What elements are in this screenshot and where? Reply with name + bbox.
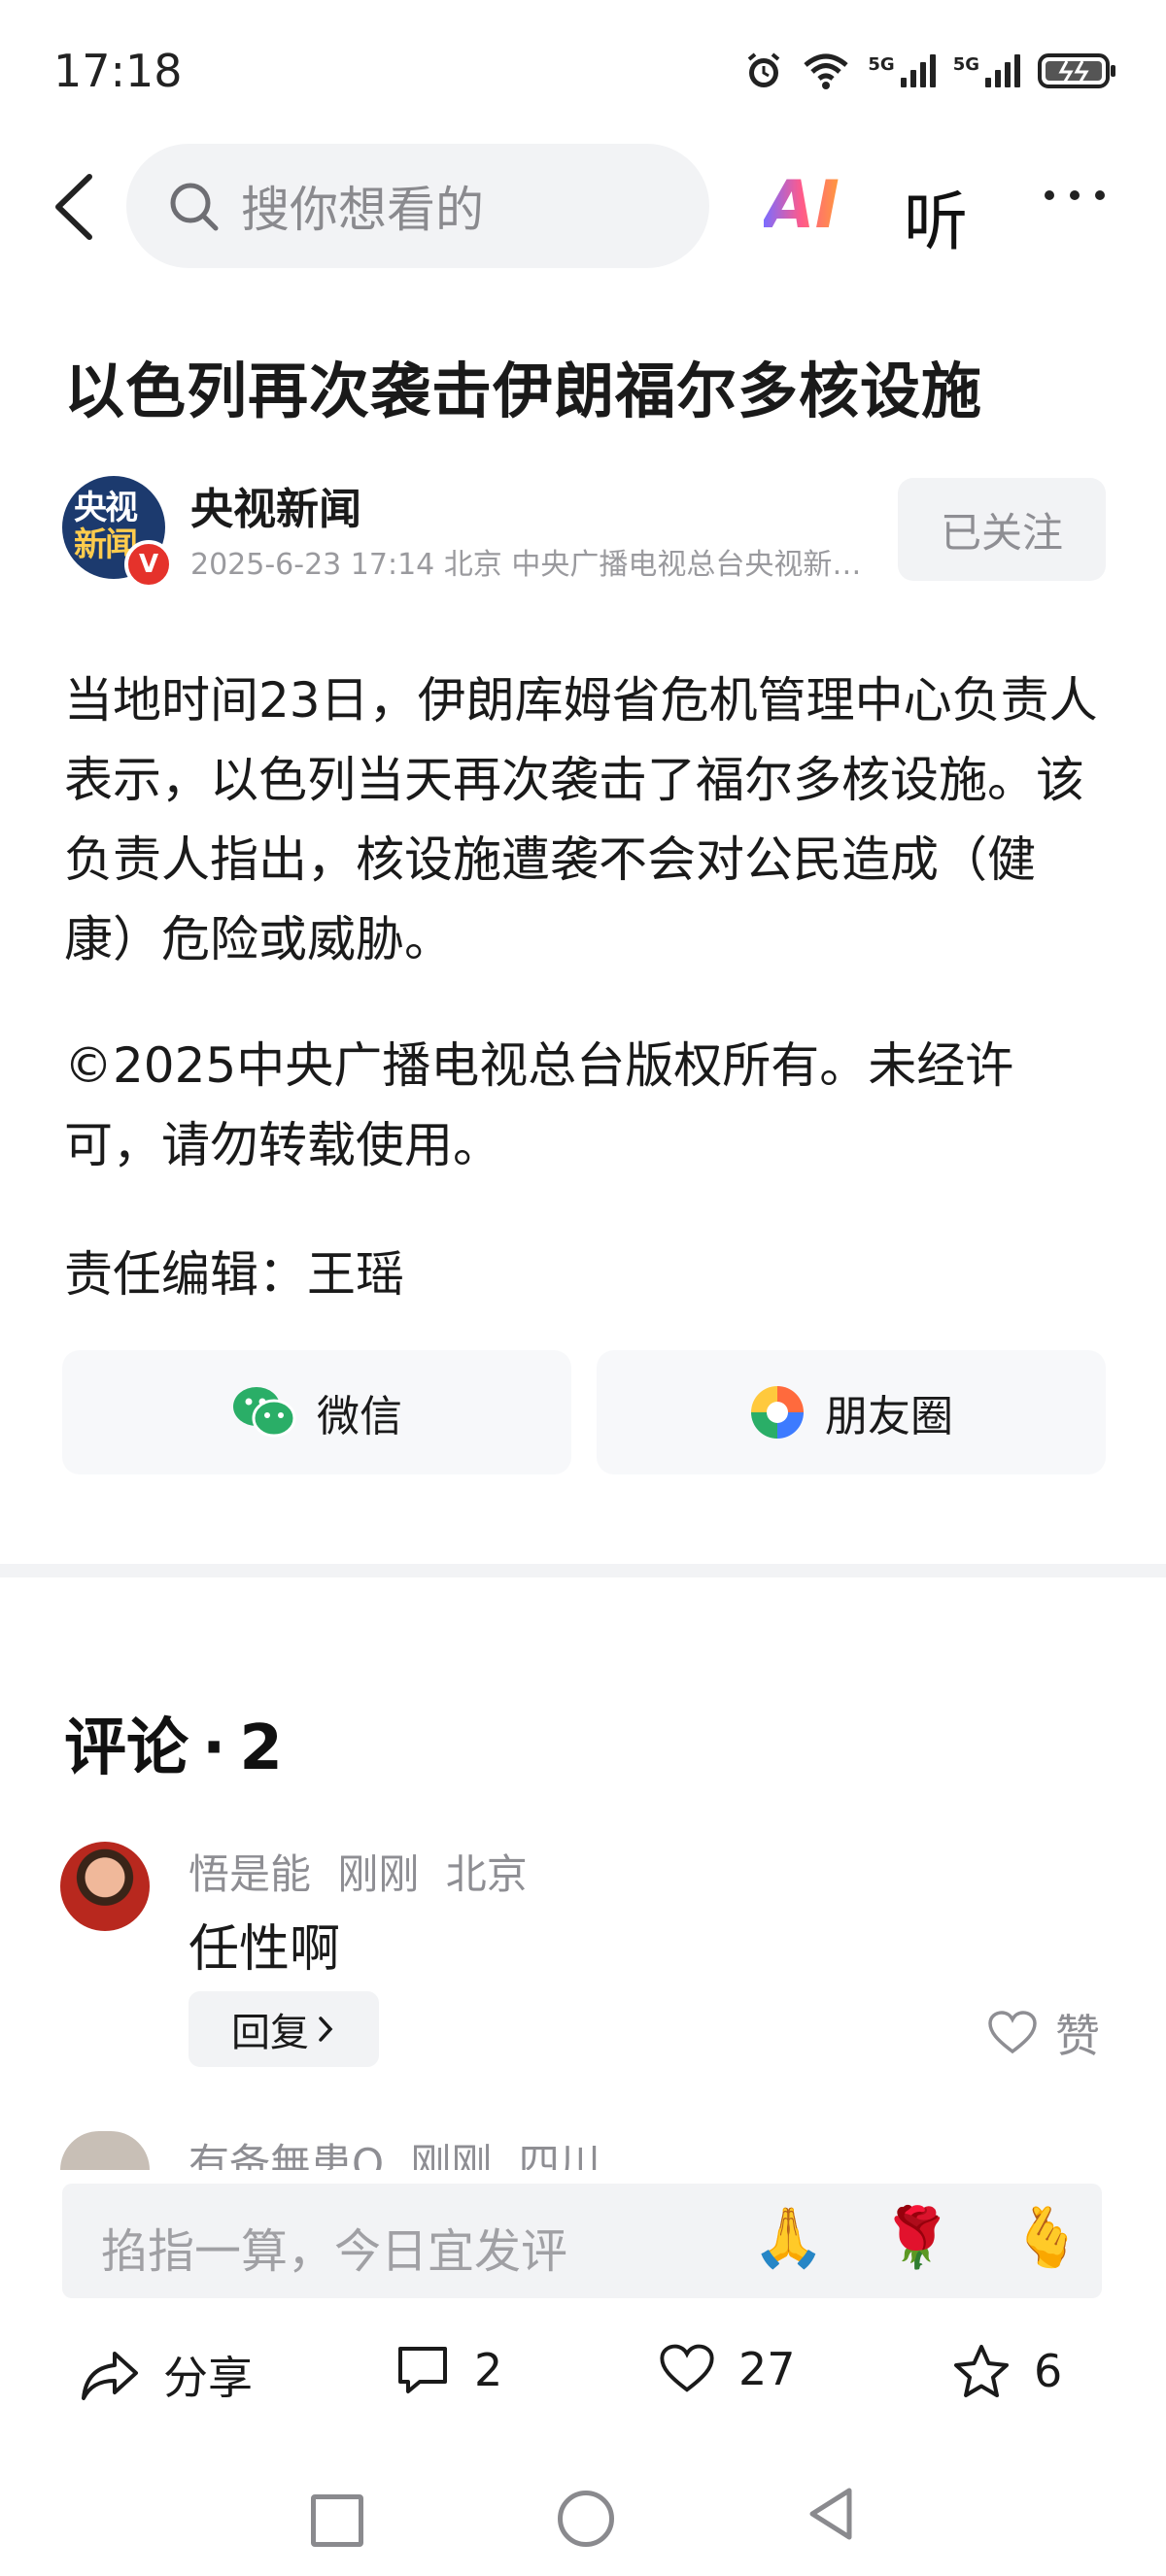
verified-badge: V (124, 540, 173, 589)
comment-meta: 悟是能 刚刚 北京 (189, 1850, 528, 1898)
reply-button[interactable]: 回复 (189, 1991, 379, 2067)
system-back-button[interactable] (806, 2487, 855, 2545)
wifi-icon (804, 53, 849, 89)
share-moments-label: 朋友圈 (825, 1392, 953, 1441)
favorite-button[interactable]: 6 (952, 2343, 1062, 2399)
comment-meta: 有备無患Q 刚刚 四川 (189, 2140, 600, 2170)
comment-like-button[interactable]: 赞 (987, 2001, 1100, 2065)
star-icon (954, 2345, 1009, 2397)
battery-charging-icon (1038, 53, 1115, 88)
network-type-label: 5G (868, 54, 895, 75)
listen-button[interactable]: 听 (904, 170, 968, 263)
article-body: 当地时间23日，伊朗库姆省危机管理中心负责人表示，以色列当天再次袭击了福尔多核设… (64, 661, 1104, 1232)
favorite-count: 6 (1034, 2345, 1063, 2397)
emoji-pray-button[interactable]: 🙏 (752, 2203, 825, 2272)
more-options-button[interactable] (1045, 190, 1105, 200)
back-button[interactable] (51, 173, 99, 241)
heart-icon (988, 2011, 1037, 2054)
chevron-left-icon (55, 174, 92, 240)
status-icons: 5G 5G (743, 51, 1117, 91)
signal-icon: 5G (953, 54, 1020, 87)
comment-text: 任性啊 (189, 1920, 341, 1979)
search-input[interactable]: 搜你想看的 (126, 144, 709, 268)
chevron-right-icon (319, 2017, 333, 2042)
heart-icon (660, 2344, 714, 2392)
like-button[interactable]: 27 (659, 2343, 796, 2395)
copyright-notice: ©2025中央广播电视总台版权所有。未经许可，请勿转载使用。 (64, 1037, 1014, 1173)
share-moments-button[interactable]: 朋友圈 (597, 1350, 1106, 1474)
network-type-label: 5G (952, 54, 979, 75)
triangle-back-icon (809, 2488, 852, 2540)
comment-icon (398, 2347, 447, 2393)
reply-label: 回复 (231, 2011, 309, 2055)
comment-count: 2 (474, 2344, 503, 2396)
share-wechat-label: 微信 (317, 1392, 402, 1441)
share-wechat-button[interactable]: 微信 (62, 1350, 571, 1474)
avatar-text: 央视 (74, 489, 138, 527)
comments-count: 2 (239, 1712, 283, 1784)
comments-heading: 评论 · 2 (64, 1698, 283, 1787)
share-button[interactable]: 分享 (80, 2343, 253, 2407)
article-meta: 2025-6-23 17:14 北京 中央广播电视总台央视新闻官方账号 (190, 548, 871, 582)
share-label: 分享 (163, 2352, 253, 2404)
search-icon (170, 183, 219, 231)
article-title: 以色列再次袭击伊朗福尔多核设施 (64, 356, 983, 426)
search-placeholder: 搜你想看的 (241, 182, 484, 238)
emoji-finger-heart-button[interactable]: 🫰 (1011, 2203, 1083, 2272)
like-label: 赞 (1055, 2010, 1100, 2062)
comments-heading-dot: · (202, 1712, 226, 1784)
wechat-icon (233, 1387, 296, 1438)
status-time: 17:18 (53, 45, 183, 97)
comment-input-placeholder: 掐指一算，今日宜发评 (101, 2224, 568, 2279)
like-count: 27 (738, 2343, 796, 2395)
comment-avatar[interactable] (60, 1842, 150, 1931)
moments-icon (751, 1386, 804, 1439)
share-icon (82, 2352, 138, 2400)
article-paragraph: 当地时间23日，伊朗库姆省危机管理中心负责人表示，以色列当天再次袭击了福尔多核设… (64, 672, 1098, 967)
editor-credit: 责任编辑：王瑶 (64, 1246, 404, 1303)
author-name[interactable]: 央视新闻 (190, 474, 361, 536)
signal-icon: 5G (868, 54, 936, 87)
more-icon (1045, 190, 1054, 200)
comments-button[interactable]: 2 (394, 2343, 502, 2397)
recent-apps-button[interactable] (311, 2494, 363, 2547)
alarm-icon (748, 52, 780, 87)
follow-button[interactable]: 已关注 (898, 478, 1106, 581)
ai-button[interactable]: AI (764, 167, 840, 244)
comment-avatar[interactable] (60, 2131, 150, 2170)
section-divider (0, 1564, 1166, 1577)
comments-heading-label: 评论 (64, 1712, 189, 1784)
home-button[interactable] (558, 2491, 614, 2547)
emoji-rose-button[interactable]: 🌹 (880, 2203, 953, 2272)
